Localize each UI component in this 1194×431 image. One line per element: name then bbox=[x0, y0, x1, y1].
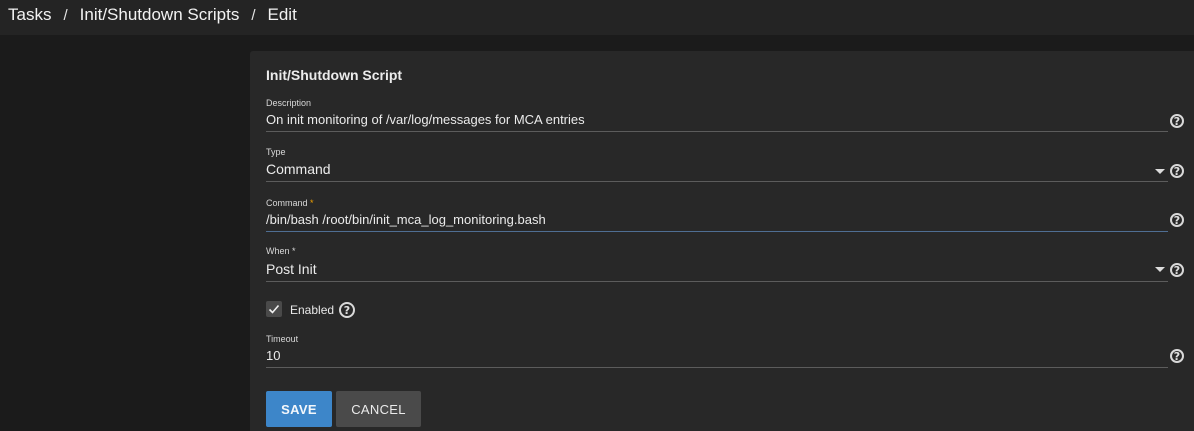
type-underline bbox=[266, 181, 1168, 182]
breadcrumb: Tasks / Init/Shutdown Scripts / Edit bbox=[8, 5, 297, 25]
command-label: Command * bbox=[266, 198, 314, 208]
help-icon[interactable] bbox=[1170, 164, 1184, 178]
form-card: Init/Shutdown Script Description Type Co… bbox=[250, 51, 1194, 431]
help-icon[interactable] bbox=[1170, 349, 1184, 363]
type-select[interactable]: Command bbox=[266, 161, 1168, 177]
breadcrumb-edit: Edit bbox=[267, 5, 297, 24]
breadcrumb-init-shutdown-scripts[interactable]: Init/Shutdown Scripts bbox=[80, 5, 240, 25]
timeout-label: Timeout bbox=[266, 334, 299, 344]
description-label: Description bbox=[266, 98, 312, 108]
timeout-underline bbox=[266, 367, 1168, 368]
save-button[interactable]: SAVE bbox=[266, 391, 332, 427]
chevron-down-icon[interactable] bbox=[1155, 267, 1165, 272]
breadcrumb-separator: / bbox=[251, 6, 256, 24]
enabled-checkbox[interactable] bbox=[266, 301, 282, 317]
help-icon[interactable] bbox=[339, 302, 355, 318]
description-field: Description bbox=[266, 98, 1168, 134]
when-label: When * bbox=[266, 246, 296, 256]
checkmark-icon bbox=[268, 304, 280, 314]
command-input[interactable] bbox=[266, 211, 1168, 227]
help-icon[interactable] bbox=[1170, 263, 1184, 277]
timeout-field: Timeout bbox=[266, 334, 1168, 370]
timeout-input[interactable] bbox=[266, 347, 1168, 363]
type-field: Type Command bbox=[266, 147, 1168, 183]
description-input[interactable] bbox=[266, 111, 1168, 127]
enabled-label: Enabled bbox=[290, 303, 335, 317]
when-select[interactable]: Post Init bbox=[266, 261, 1168, 277]
chevron-down-icon[interactable] bbox=[1155, 169, 1165, 174]
top-bar: Tasks / Init/Shutdown Scripts / Edit bbox=[0, 0, 1194, 35]
breadcrumb-separator: / bbox=[63, 6, 68, 24]
when-underline bbox=[266, 281, 1168, 282]
cancel-button[interactable]: CANCEL bbox=[336, 391, 421, 427]
description-underline bbox=[266, 131, 1168, 132]
form-title: Init/Shutdown Script bbox=[266, 67, 403, 83]
when-field: When * Post Init bbox=[266, 246, 1168, 282]
help-icon[interactable] bbox=[1170, 213, 1184, 227]
command-field: Command * bbox=[266, 198, 1168, 234]
help-icon[interactable] bbox=[1170, 114, 1184, 128]
type-label: Type bbox=[266, 147, 286, 157]
command-underline bbox=[266, 231, 1168, 232]
breadcrumb-tasks[interactable]: Tasks bbox=[8, 5, 51, 25]
